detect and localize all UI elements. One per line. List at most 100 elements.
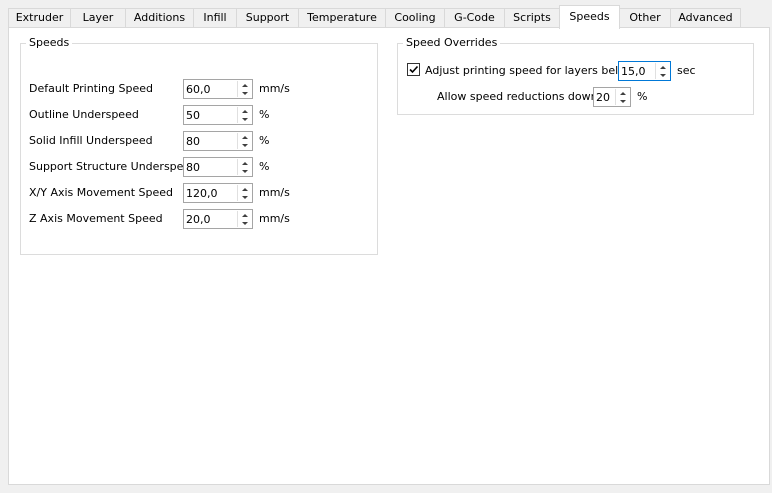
chevron-down-icon (241, 169, 248, 173)
spin-down-button[interactable] (238, 115, 251, 123)
speed-reduction-unit: % (637, 90, 648, 103)
speed-overrides-group: Speed Overrides Adjust printing speed fo… (397, 36, 754, 115)
spin-up-button[interactable] (238, 159, 251, 167)
default-printing-speed-spinbox[interactable] (183, 79, 253, 99)
tab-support[interactable]: Support (236, 8, 299, 28)
outline-underspeed-row: Outline Underspeed % (29, 105, 369, 125)
speed-reduction-input[interactable] (596, 90, 616, 104)
tab-label: Infill (203, 11, 227, 24)
chevron-up-icon (659, 65, 666, 69)
solid-infill-underspeed-label: Solid Infill Underspeed (29, 134, 153, 147)
z-axis-movement-speed-spinbox[interactable] (183, 209, 253, 229)
z-axis-movement-speed-row: Z Axis Movement Speed mm/s (29, 209, 369, 229)
solid-infill-underspeed-unit: % (259, 134, 270, 147)
adjust-speed-row: Adjust printing speed for layers below s… (407, 61, 747, 81)
xy-axis-movement-speed-unit: mm/s (259, 186, 290, 199)
adjust-speed-unit: sec (677, 64, 696, 77)
chevron-down-icon (241, 221, 248, 225)
spin-up-button[interactable] (238, 185, 251, 193)
spinbox-arrows (237, 107, 251, 123)
xy-axis-movement-speed-row: X/Y Axis Movement Speed mm/s (29, 183, 369, 203)
tab-advanced[interactable]: Advanced (670, 8, 741, 28)
xy-axis-movement-speed-label: X/Y Axis Movement Speed (29, 186, 174, 199)
tab-other[interactable]: Other (619, 8, 671, 28)
tab-label: Additions (133, 11, 186, 24)
default-printing-speed-row: Default Printing Speed mm/s (29, 79, 369, 99)
solid-infill-underspeed-input[interactable] (186, 134, 236, 148)
chevron-up-icon (241, 83, 248, 87)
checkmark-icon (409, 65, 419, 74)
tab-speeds[interactable]: Speeds (559, 5, 620, 29)
chevron-down-icon (619, 99, 626, 103)
spin-down-button[interactable] (238, 141, 251, 149)
adjust-speed-input[interactable] (621, 64, 655, 78)
adjust-speed-checkbox[interactable] (407, 63, 420, 76)
tab-cooling[interactable]: Cooling (385, 8, 445, 28)
outline-underspeed-spinbox[interactable] (183, 105, 253, 125)
tab-scripts[interactable]: Scripts (504, 8, 560, 28)
support-structure-underspeed-unit: % (259, 160, 270, 173)
spinbox-arrows (615, 89, 629, 105)
support-structure-underspeed-row: Support Structure Underspeed % (29, 157, 369, 177)
spin-down-button[interactable] (238, 193, 251, 201)
chevron-up-icon (241, 187, 248, 191)
spin-down-button[interactable] (238, 167, 251, 175)
chevron-down-icon (241, 91, 248, 95)
tab-bar: Extruder Layer Additions Infill Support … (8, 5, 768, 29)
z-axis-movement-speed-label: Z Axis Movement Speed (29, 212, 163, 225)
chevron-up-icon (241, 161, 248, 165)
tab-temperature[interactable]: Temperature (298, 8, 386, 28)
speed-reduction-spinbox[interactable] (593, 87, 631, 107)
spin-down-button[interactable] (656, 71, 669, 79)
chevron-down-icon (241, 143, 248, 147)
xy-axis-movement-speed-spinbox[interactable] (183, 183, 253, 203)
z-axis-movement-speed-unit: mm/s (259, 212, 290, 225)
solid-infill-underspeed-row: Solid Infill Underspeed % (29, 131, 369, 151)
tab-infill[interactable]: Infill (193, 8, 237, 28)
outline-underspeed-input[interactable] (186, 108, 236, 122)
tab-label: Support (245, 11, 290, 24)
support-structure-underspeed-spinbox[interactable] (183, 157, 253, 177)
spin-up-button[interactable] (238, 133, 251, 141)
spin-up-button[interactable] (616, 89, 629, 97)
chevron-down-icon (241, 195, 248, 199)
z-axis-movement-speed-input[interactable] (186, 212, 236, 226)
spin-up-button[interactable] (238, 107, 251, 115)
default-printing-speed-input[interactable] (186, 82, 236, 96)
tab-extruder[interactable]: Extruder (8, 8, 71, 28)
outline-underspeed-label: Outline Underspeed (29, 108, 139, 121)
speeds-group: Speeds Default Printing Speed mm/s Outli… (20, 36, 378, 255)
tab-additions[interactable]: Additions (125, 8, 194, 28)
support-structure-underspeed-label: Support Structure Underspeed (29, 160, 198, 173)
tab-layer[interactable]: Layer (70, 8, 126, 28)
spin-down-button[interactable] (238, 89, 251, 97)
spin-up-button[interactable] (656, 63, 669, 71)
speed-overrides-group-title: Speed Overrides (403, 36, 501, 50)
spinbox-arrows (655, 63, 669, 79)
spinbox-arrows (237, 81, 251, 97)
chevron-up-icon (241, 135, 248, 139)
spin-up-button[interactable] (238, 211, 251, 219)
adjust-speed-spinbox[interactable] (618, 61, 671, 81)
spin-down-button[interactable] (616, 97, 629, 105)
speed-reduction-row: Allow speed reductions down to % (437, 87, 737, 107)
spinbox-arrows (237, 133, 251, 149)
outline-underspeed-unit: % (259, 108, 270, 121)
tab-label: Temperature (307, 11, 377, 24)
support-structure-underspeed-input[interactable] (186, 160, 236, 174)
tab-gcode[interactable]: G-Code (444, 8, 505, 28)
chevron-down-icon (241, 117, 248, 121)
adjust-speed-label[interactable]: Adjust printing speed for layers below (425, 64, 634, 77)
speed-reduction-label: Allow speed reductions down to (437, 90, 613, 103)
spinbox-arrows (237, 185, 251, 201)
tab-label: Layer (82, 11, 114, 24)
spin-up-button[interactable] (238, 81, 251, 89)
tab-label: Advanced (678, 11, 733, 24)
solid-infill-underspeed-spinbox[interactable] (183, 131, 253, 151)
xy-axis-movement-speed-input[interactable] (186, 186, 236, 200)
speeds-panel: Speeds Default Printing Speed mm/s Outli… (8, 27, 770, 485)
chevron-down-icon (659, 73, 666, 77)
chevron-up-icon (241, 213, 248, 217)
tab-label: Speeds (569, 10, 610, 23)
spin-down-button[interactable] (238, 219, 251, 227)
